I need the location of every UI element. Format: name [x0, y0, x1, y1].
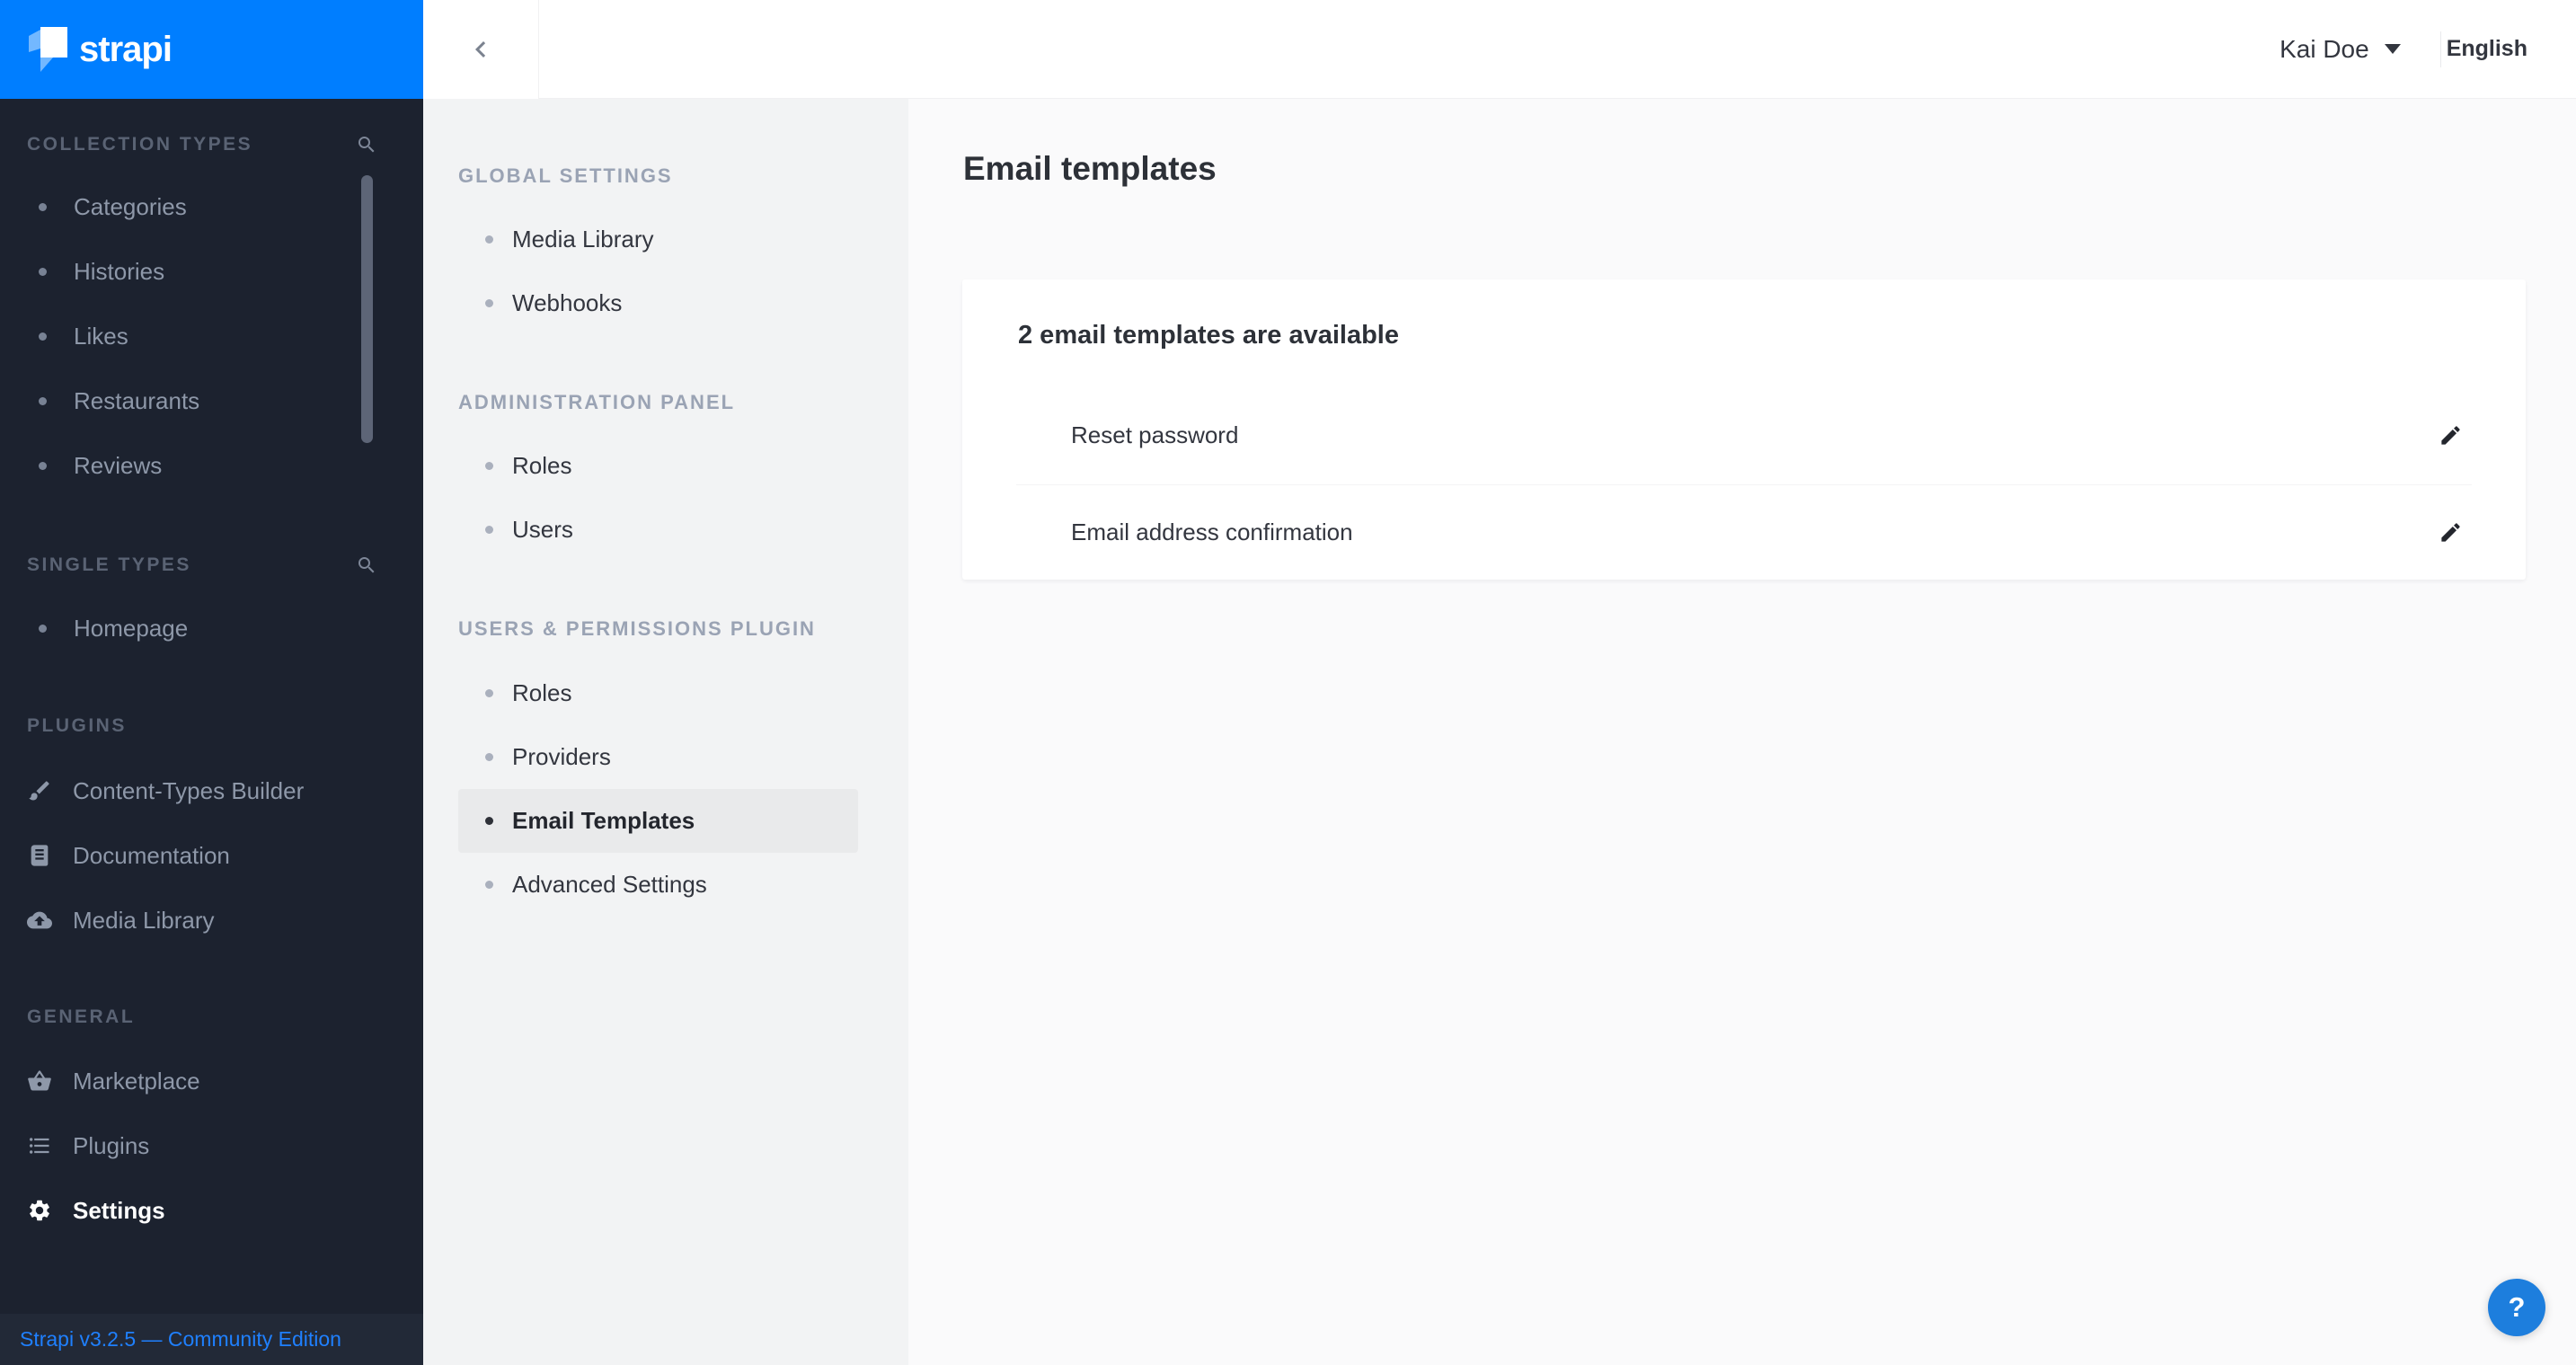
sidebar-section-single-types: SINGLE TYPES Homepage — [27, 552, 396, 660]
section-title: SINGLE TYPES — [27, 554, 191, 575]
strapi-logo[interactable]: strapi — [0, 0, 423, 99]
section-title: GENERAL — [27, 1006, 136, 1027]
bullet-icon — [485, 526, 493, 534]
card-title: 2 email templates are available — [1018, 321, 1399, 350]
page-title: Email templates — [963, 150, 1217, 187]
brush-icon — [27, 778, 52, 803]
template-row-reset-password: Reset password — [1016, 386, 2472, 484]
gear-icon — [27, 1198, 52, 1223]
help-button[interactable]: ? — [2488, 1279, 2545, 1336]
sidebar-item-homepage[interactable]: Homepage — [27, 596, 396, 660]
sidebar-item-restaurants[interactable]: Restaurants — [27, 368, 396, 433]
strapi-logo-mark-icon — [28, 26, 67, 73]
settings-item-webhooks[interactable]: Webhooks — [458, 271, 858, 335]
edit-template-button[interactable] — [2430, 415, 2470, 455]
sidebar-item-reviews[interactable]: Reviews — [27, 433, 396, 498]
search-icon[interactable] — [356, 134, 377, 155]
bullet-icon — [485, 235, 493, 244]
sidebar-nav: COLLECTION TYPES Categories Histories Li… — [0, 131, 423, 1243]
pencil-icon — [2439, 423, 2463, 448]
section-title: GLOBAL SETTINGS — [458, 164, 673, 187]
sidebar-item-likes[interactable]: Likes — [27, 304, 396, 368]
settings-item-up-roles[interactable]: Roles — [458, 661, 858, 725]
bullet-icon — [39, 267, 47, 276]
sidebar-item-marketplace[interactable]: Marketplace — [27, 1049, 396, 1113]
sidebar-item-content-types-builder[interactable]: Content-Types Builder — [27, 758, 396, 823]
settings-item-media-library[interactable]: Media Library — [458, 208, 858, 271]
basket-icon — [27, 1068, 52, 1094]
strapi-version-link[interactable]: Strapi v3.2.5 — Community Edition — [20, 1327, 341, 1352]
template-list: Reset password Email address confirmatio… — [1016, 386, 2472, 580]
section-title: PLUGINS — [27, 715, 127, 736]
search-icon[interactable] — [356, 554, 377, 576]
template-label: Reset password — [1071, 421, 1239, 448]
bullet-icon — [485, 462, 493, 470]
bullet-icon — [485, 689, 493, 697]
bullet-icon — [485, 817, 493, 825]
sidebar-section-collection-types: COLLECTION TYPES Categories Histories Li… — [27, 131, 396, 498]
sidebar-item-documentation[interactable]: Documentation — [27, 823, 396, 888]
section-title: COLLECTION TYPES — [27, 134, 253, 155]
cloud-upload-icon — [27, 908, 52, 933]
strapi-admin-app: strapi COLLECTION TYPES Categories Histo… — [0, 0, 2576, 1365]
settings-item-admin-roles[interactable]: Roles — [458, 434, 858, 498]
settings-item-providers[interactable]: Providers — [458, 725, 858, 789]
sidebar-section-general: GENERAL Marketplace Plugins Settings — [27, 1004, 396, 1243]
sidebar-item-histories[interactable]: Histories — [27, 239, 396, 304]
settings-section-users-permissions: USERS & PERMISSIONS PLUGIN Roles Provide… — [458, 616, 908, 917]
edit-template-button[interactable] — [2430, 513, 2470, 553]
back-button[interactable] — [423, 0, 539, 99]
bullet-icon — [39, 461, 47, 470]
user-menu[interactable]: Kai Doe — [2279, 35, 2401, 64]
bullet-icon — [485, 299, 493, 307]
strapi-logo-text: strapi — [79, 29, 173, 69]
bullet-icon — [485, 753, 493, 761]
book-icon — [27, 843, 52, 868]
sidebar-footer: Strapi v3.2.5 — Community Edition — [0, 1314, 423, 1365]
topbar-divider — [2439, 31, 2441, 67]
settings-item-admin-users[interactable]: Users — [458, 498, 858, 562]
sidebar-item-categories[interactable]: Categories — [27, 174, 396, 239]
bullet-icon — [485, 881, 493, 889]
sidebar-item-plugins[interactable]: Plugins — [27, 1113, 396, 1178]
section-title: USERS & PERMISSIONS PLUGIN — [458, 617, 816, 640]
main-sidebar: strapi COLLECTION TYPES Categories Histo… — [0, 0, 423, 1365]
email-templates-card: 2 email templates are available Reset pa… — [962, 279, 2526, 580]
topbar: Kai Doe English — [423, 0, 2576, 99]
template-row-email-confirmation: Email address confirmation — [1016, 484, 2472, 580]
settings-subnav: GLOBAL SETTINGS Media Library Webhooks A… — [423, 99, 908, 1365]
settings-item-advanced-settings[interactable]: Advanced Settings — [458, 853, 858, 917]
locale-button[interactable]: English — [2447, 36, 2527, 62]
sidebar-section-plugins: PLUGINS Content-Types Builder Documentat… — [27, 713, 396, 953]
settings-item-email-templates[interactable]: Email Templates — [458, 789, 858, 853]
bullet-icon — [39, 332, 47, 341]
settings-section-administration-panel: ADMINISTRATION PANEL Roles Users — [458, 389, 908, 562]
main-content: Email templates 2 email templates are av… — [908, 99, 2576, 1365]
caret-down-icon — [2384, 44, 2401, 54]
template-label: Email address confirmation — [1071, 519, 1353, 545]
chevron-left-icon — [465, 33, 497, 66]
section-title: ADMINISTRATION PANEL — [458, 391, 736, 413]
bullet-icon — [39, 396, 47, 405]
list-icon — [27, 1133, 52, 1158]
bullet-icon — [39, 202, 47, 211]
pencil-icon — [2439, 520, 2463, 545]
user-name: Kai Doe — [2279, 34, 2369, 63]
sidebar-item-settings[interactable]: Settings — [27, 1178, 396, 1243]
sidebar-item-media-library[interactable]: Media Library — [27, 888, 396, 953]
bullet-icon — [39, 624, 47, 633]
settings-section-global: GLOBAL SETTINGS Media Library Webhooks — [458, 163, 908, 335]
sidebar-scrollbar-thumb[interactable] — [361, 175, 373, 443]
